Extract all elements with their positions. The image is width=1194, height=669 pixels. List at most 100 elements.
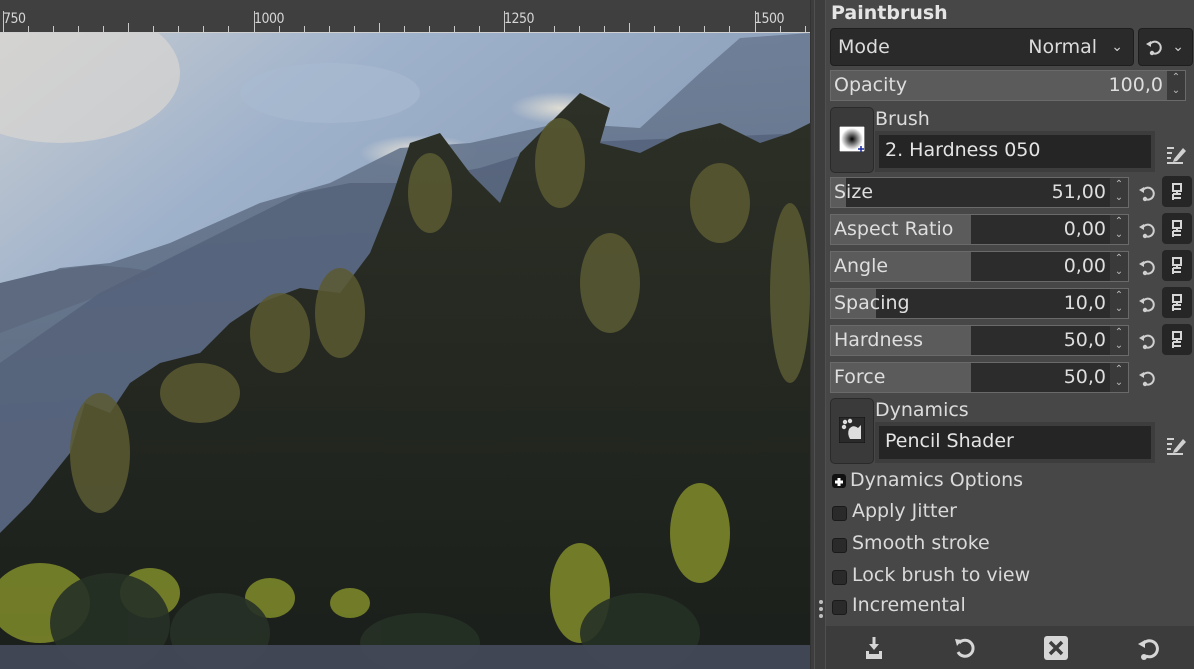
angle-spin-arrows[interactable]: ⌃ ⌄ (1110, 252, 1128, 281)
ruler-tick (53, 26, 54, 32)
incremental-checkbox[interactable]: Incremental (832, 594, 1132, 620)
opacity-spin-arrows[interactable]: ⌃ ⌄ (1167, 71, 1185, 100)
hardness-value: 50,0 (1063, 329, 1106, 351)
mode-value: Normal (1028, 36, 1097, 58)
link-angle-button[interactable] (1162, 250, 1192, 281)
mode-reset-dropdown[interactable]: ⌄ (1138, 28, 1193, 66)
edit-brush-icon[interactable] (1165, 143, 1187, 165)
ruler-tick (254, 11, 255, 32)
force-slider[interactable]: Force 50,0 ⌃ ⌄ (830, 362, 1129, 393)
horizontal-ruler[interactable]: 750 1000 1250 1500 (0, 10, 810, 33)
link-icon (1172, 294, 1182, 311)
aspect-ratio-label: Aspect Ratio (834, 218, 954, 240)
hardness-slider[interactable]: Hardness 50,0 ⌃ ⌄ (830, 325, 1129, 356)
force-value: 50,0 (1063, 366, 1106, 388)
ruler-tick (529, 26, 530, 32)
ruler-tick (404, 26, 405, 32)
opacity-label: Opacity (834, 74, 908, 96)
ruler-tick (729, 26, 730, 32)
lock-brush-to-view-label: Lock brush to view (852, 564, 1031, 586)
ruler-tick (78, 26, 79, 32)
spacing-value: 10,0 (1063, 292, 1106, 314)
ruler-tick (304, 26, 305, 32)
dynamics-name: Pencil Shader (885, 430, 1014, 452)
dynamics-icon (839, 417, 865, 443)
brush-label: Brush (875, 108, 930, 130)
dynamics-preview-button[interactable] (830, 398, 874, 464)
link-hardness-button[interactable] (1162, 324, 1192, 355)
brush-name: 2. Hardness 050 (885, 139, 1041, 161)
chevron-down-icon: ⌄ (1111, 39, 1123, 55)
ruler-tick (153, 26, 154, 32)
ruler-tick (629, 23, 630, 32)
link-icon (1172, 220, 1182, 237)
incremental-label: Incremental (852, 594, 966, 616)
mode-label: Mode (838, 36, 890, 58)
save-to-preset-icon[interactable] (860, 634, 888, 662)
reset-icon[interactable] (1134, 634, 1162, 662)
checkbox-box (832, 538, 847, 553)
ruler-label: 750 (3, 11, 26, 27)
link-size-button[interactable] (1162, 176, 1192, 207)
size-slider[interactable]: Size 51,00 ⌃ ⌄ (830, 177, 1129, 208)
dynamics-options-label: Dynamics Options (850, 469, 1024, 491)
reset-size-icon[interactable] (1136, 182, 1158, 204)
link-icon (1172, 257, 1182, 274)
stones (0, 645, 810, 669)
delete-icon[interactable] (1042, 634, 1070, 662)
grip-dot (819, 607, 823, 611)
smooth-stroke-checkbox[interactable]: Smooth stroke (832, 532, 1132, 558)
ruler-tick (203, 26, 204, 32)
ruler-tick (279, 26, 280, 32)
force-label: Force (834, 366, 886, 388)
reset-angle-icon[interactable] (1136, 256, 1158, 278)
ruler-tick (354, 26, 355, 32)
link-icon (1172, 183, 1182, 200)
reset-hardness-icon[interactable] (1136, 330, 1158, 352)
dynamics-label: Dynamics (875, 399, 969, 421)
aspect-ratio-spin-arrows[interactable]: ⌃ ⌄ (1110, 215, 1128, 244)
lock-brush-to-view-checkbox[interactable]: Lock brush to view (832, 564, 1132, 590)
spacing-label: Spacing (834, 292, 910, 314)
dynamics-options-expander[interactable]: Dynamics Options (832, 469, 1132, 495)
opacity-slider[interactable]: Opacity 100,0 ⌃ ⌄ (830, 70, 1186, 101)
force-spin-arrows[interactable]: ⌃ ⌄ (1110, 363, 1128, 392)
apply-jitter-checkbox[interactable]: Apply Jitter (832, 500, 1132, 526)
link-aspect-ratio-button[interactable] (1162, 213, 1192, 244)
spacing-slider[interactable]: Spacing 10,0 ⌃ ⌄ (830, 288, 1129, 319)
ruler-tick (379, 23, 380, 32)
grip-dot (819, 600, 823, 604)
ruler-tick (454, 26, 455, 32)
link-spacing-button[interactable] (1162, 287, 1192, 318)
cloud (240, 63, 420, 123)
restore-icon[interactable] (951, 634, 979, 662)
ruler-tick (780, 26, 781, 32)
ruler-tick (103, 26, 104, 32)
ruler-tick (429, 26, 430, 32)
dynamics-name-field[interactable]: Pencil Shader (875, 422, 1155, 463)
angle-slider[interactable]: Angle 0,00 ⌃ ⌄ (830, 251, 1129, 282)
brush-name-field[interactable]: 2. Hardness 050 (875, 131, 1155, 172)
checkbox-box (832, 600, 847, 615)
hardness-spin-arrows[interactable]: ⌃ ⌄ (1110, 326, 1128, 355)
ruler-tick (554, 26, 555, 32)
size-value: 51,00 (1051, 181, 1106, 203)
reset-icon (1146, 40, 1162, 56)
tool-options-button-bar (826, 626, 1194, 669)
aspect-ratio-slider[interactable]: Aspect Ratio 0,00 ⌃ ⌄ (830, 214, 1129, 245)
brush-preview-button[interactable] (830, 107, 874, 173)
size-spin-arrows[interactable]: ⌃ ⌄ (1110, 178, 1128, 207)
mode-dropdown[interactable]: Mode Normal ⌄ (830, 28, 1134, 66)
reset-spacing-icon[interactable] (1136, 293, 1158, 315)
ruler-tick (178, 26, 179, 32)
ruler-tick (579, 26, 580, 32)
ruler-label: 1250 (504, 11, 535, 27)
opacity-value: 100,0 (1108, 74, 1163, 96)
spacing-spin-arrows[interactable]: ⌃ ⌄ (1110, 289, 1128, 318)
painted-image[interactable] (0, 33, 810, 669)
ruler-tick (228, 26, 229, 32)
grip-dot (819, 614, 823, 618)
edit-dynamics-icon[interactable] (1165, 434, 1187, 456)
reset-aspect-ratio-icon[interactable] (1136, 219, 1158, 241)
reset-force-icon[interactable] (1136, 367, 1158, 389)
